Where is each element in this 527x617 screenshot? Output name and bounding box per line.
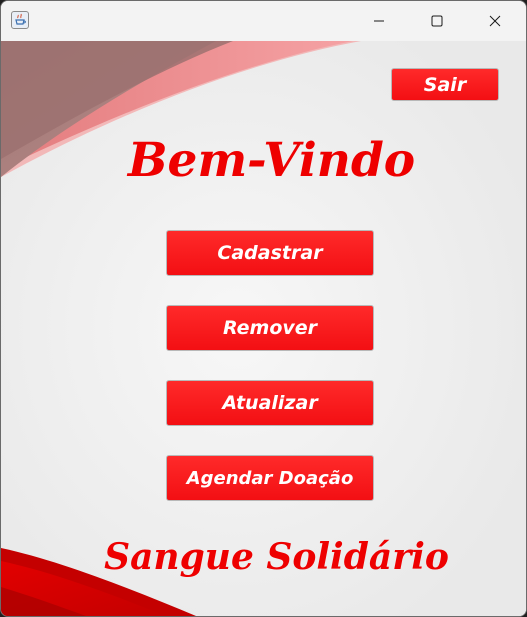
close-icon — [489, 15, 501, 27]
app-window: Sair Bem-Vindo Cadastrar Remover Atualiz… — [0, 0, 527, 617]
remove-button[interactable]: Remover — [166, 305, 374, 351]
register-button[interactable]: Cadastrar — [166, 230, 374, 276]
main-panel: Sair Bem-Vindo Cadastrar Remover Atualiz… — [1, 41, 526, 616]
minimize-button[interactable] — [356, 1, 402, 41]
java-app-icon — [11, 11, 29, 29]
update-button[interactable]: Atualizar — [166, 380, 374, 426]
minimize-icon — [374, 20, 384, 22]
brand-title: Sangue Solidário — [104, 536, 449, 578]
maximize-button[interactable] — [414, 1, 460, 41]
schedule-donation-button[interactable]: Agendar Doação — [166, 455, 374, 501]
close-button[interactable] — [472, 1, 518, 41]
maximize-icon — [431, 15, 443, 27]
welcome-title: Bem-Vindo — [127, 133, 416, 188]
exit-button[interactable]: Sair — [391, 68, 499, 101]
title-bar[interactable] — [1, 1, 526, 41]
